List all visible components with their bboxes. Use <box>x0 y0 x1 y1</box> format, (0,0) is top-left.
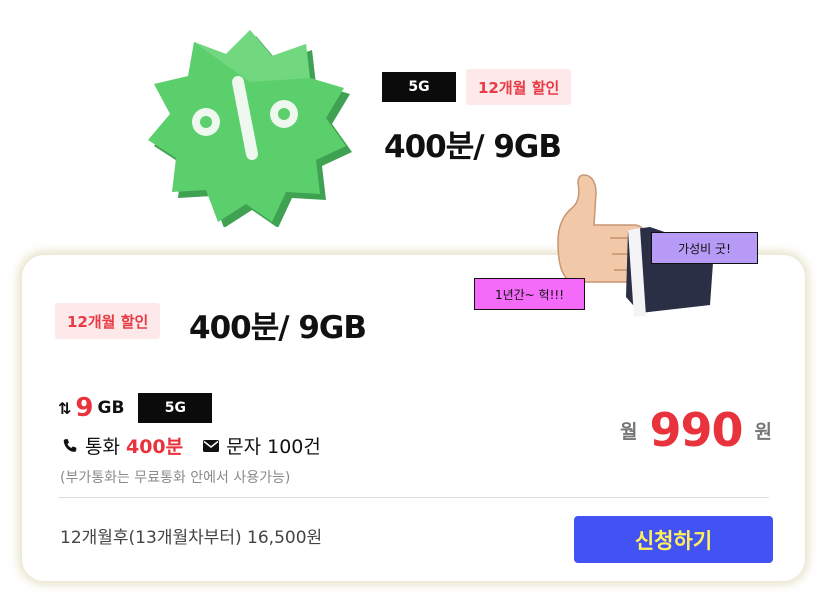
card-5g-tag: 5G <box>138 393 213 423</box>
sms-label: 문자 100건 <box>226 436 321 458</box>
speech-bubble-right: 가성비 굿! <box>651 232 758 264</box>
data-arrows-icon: ⇅ <box>58 398 72 418</box>
price-prefix: 월 <box>620 420 638 443</box>
percent-badge-icon <box>140 22 355 227</box>
apply-button[interactable]: 신청하기 <box>574 516 773 563</box>
data-unit: GB <box>97 398 125 418</box>
speech-bubble-left: 1년간~ 헉!!! <box>474 278 585 310</box>
hero-tags: 5G 12개월 할인 <box>382 69 572 105</box>
data-amount: 9 <box>75 393 94 423</box>
card-plan-title: 400분/ 9GB <box>189 310 367 346</box>
price-suffix: 원 <box>754 420 772 443</box>
data-allowance: ⇅ 9 GB 5G <box>58 393 213 423</box>
call-sms-row: 통화 400분 문자 100건 <box>62 432 321 459</box>
call-note: (부가통화는 무료통화 안에서 사용가능) <box>60 470 291 486</box>
call-label: 통화 <box>85 436 120 458</box>
divider <box>58 497 769 498</box>
network-5g-tag: 5G <box>382 72 456 102</box>
mail-icon <box>203 439 220 452</box>
card-discount-tag: 12개월 할인 <box>55 303 161 339</box>
discount-tag: 12개월 할인 <box>466 69 572 105</box>
after-discount-price: 12개월후(13개월차부터) 16,500원 <box>60 528 323 548</box>
price-value: 990 <box>649 403 743 457</box>
hero-plan-title: 400분/ 9GB <box>384 129 562 165</box>
call-amount: 400분 <box>125 436 184 458</box>
phone-icon <box>62 438 78 454</box>
monthly-price: 월 990 원 <box>620 403 772 457</box>
